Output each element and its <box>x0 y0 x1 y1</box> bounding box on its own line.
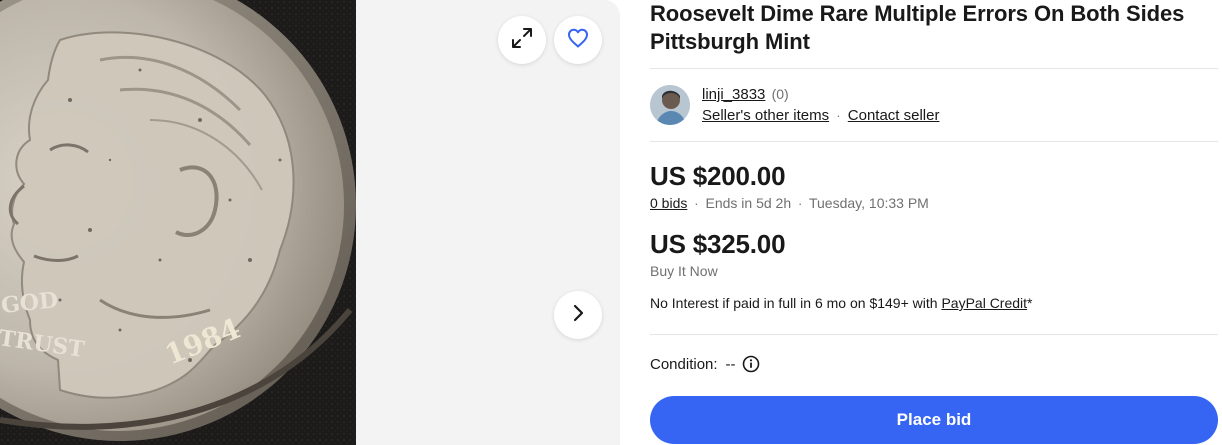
auction-end-date: Tuesday, 10:33 PM <box>808 195 929 211</box>
item-condition: Condition: -- <box>650 355 760 373</box>
expand-icon <box>510 26 534 55</box>
gallery-background <box>356 0 620 445</box>
buy-it-now-label: Buy It Now <box>650 263 718 279</box>
divider <box>650 334 1218 335</box>
current-bid-price: US $200.00 <box>650 161 786 191</box>
coin-image: GOD TRUST 1984 <box>0 0 356 445</box>
financing-text: No Interest if paid in full in 6 mo on $… <box>650 295 938 311</box>
separator-dot: · <box>798 196 803 211</box>
image-gallery: GOD TRUST 1984 <box>0 0 620 445</box>
listing-title: Roosevelt Dime Rare Multiple Errors On B… <box>650 1 1185 54</box>
contact-seller-link[interactable]: Contact seller <box>848 107 940 124</box>
condition-value: -- <box>725 355 736 373</box>
divider <box>650 141 1218 142</box>
item-photo[interactable]: GOD TRUST 1984 <box>0 0 356 445</box>
paypal-credit-link[interactable]: PayPal Credit <box>941 295 1027 311</box>
bid-info-line: 0 bids · Ends in 5d 2h · Tuesday, 10:33 … <box>650 194 929 213</box>
financing-asterisk: * <box>1027 295 1033 311</box>
auction-ends-text: Ends in 5d 2h <box>705 195 792 211</box>
seller-feedback-score: (0) <box>771 86 789 102</box>
heart-icon <box>566 26 590 55</box>
separator-dot: · <box>836 108 841 123</box>
seller-info: linji_3833 (0) Seller's other items · Co… <box>650 84 939 126</box>
seller-name-link[interactable]: linji_3833 <box>702 86 765 103</box>
chevron-right-icon <box>566 301 590 330</box>
info-icon[interactable] <box>742 355 760 373</box>
expand-button[interactable] <box>498 16 546 64</box>
next-image-button[interactable] <box>554 291 602 339</box>
watch-button[interactable] <box>554 16 602 64</box>
separator-dot: · <box>694 196 699 211</box>
seller-avatar[interactable] <box>650 85 690 125</box>
condition-label: Condition: <box>650 355 718 373</box>
bids-count-link[interactable]: 0 bids <box>650 195 687 211</box>
divider <box>650 68 1218 69</box>
financing-offer: No Interest if paid in full in 6 mo on $… <box>650 294 1033 312</box>
place-bid-button[interactable]: Place bid <box>650 396 1218 444</box>
seller-other-items-link[interactable]: Seller's other items <box>702 107 829 124</box>
buy-it-now-price: US $325.00 <box>650 229 786 259</box>
